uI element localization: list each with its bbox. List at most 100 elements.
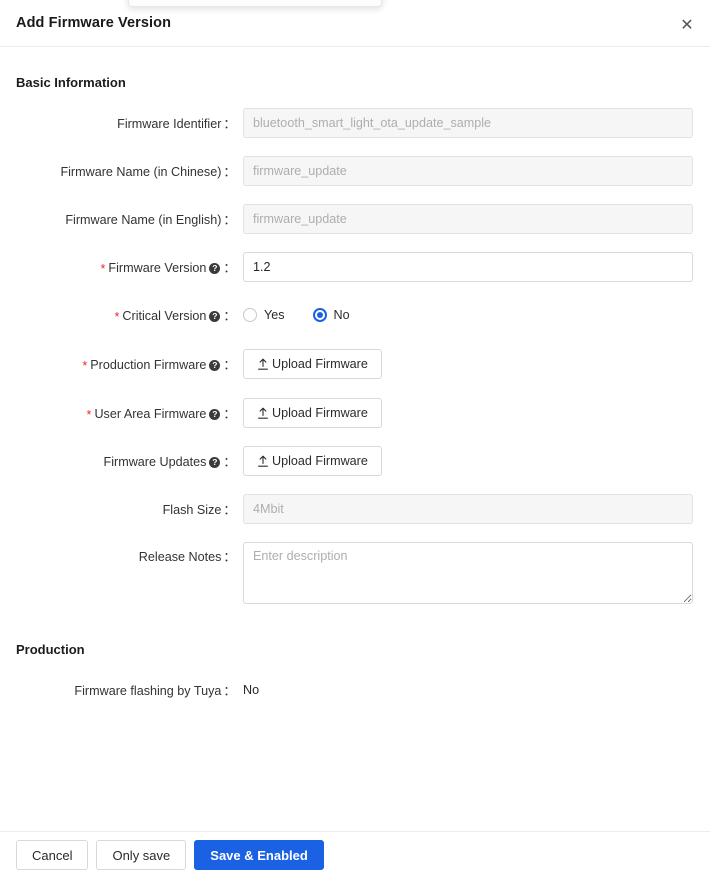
firmware-name-chinese-input [243,156,693,186]
form-row-production-firmware: * Production Firmware?： Upload Firmware [0,349,710,381]
field-firmware-name-english [243,204,693,234]
label-colon: ： [223,358,236,372]
field-production-firmware: Upload Firmware [243,349,382,379]
dialog-title: Add Firmware Version [16,15,172,31]
cancel-button[interactable]: Cancel [16,840,89,870]
footer-button-group: Cancel Only save Save & Enabled [16,840,324,870]
required-asterisk: * [114,310,120,324]
field-critical-version: Yes No [243,300,378,330]
flash-size-input [243,494,693,524]
dialog-header: Add Firmware Version ✕ [0,4,710,47]
close-icon[interactable]: ✕ [674,12,700,38]
upload-button-label: Upload Firmware [272,454,368,468]
add-firmware-version-dialog: Add Firmware Version ✕ Basic Information… [0,4,710,878]
help-icon[interactable]: ? [209,311,221,322]
field-firmware-identifier [243,108,693,138]
label-production-firmware: * Production Firmware?： [0,349,236,381]
upload-user-area-firmware-button[interactable]: Upload Firmware [243,398,382,428]
form-row-firmware-name-chinese: Firmware Name (in Chinese)： [0,156,710,188]
label-text: Firmware Name (in English) [65,213,222,227]
label-text: Firmware Name (in Chinese) [60,165,222,179]
firmware-identifier-input [243,108,693,138]
radio-label: Yes [264,308,285,322]
label-text: Firmware flashing by Tuya [74,684,222,698]
firmware-flashing-by-tuya-value: No [243,683,260,697]
form-row-firmware-identifier: Firmware Identifier： [0,108,710,140]
label-firmware-flashing-by-tuya: Firmware flashing by Tuya： [0,675,236,707]
label-colon: ： [223,550,236,564]
release-notes-textarea[interactable] [243,542,693,604]
label-colon: ： [223,309,236,323]
label-text: Release Notes [138,550,222,564]
screen: Add Firmware Version ✕ Basic Information… [0,0,710,878]
section-title-basic-information: Basic Information [16,75,126,90]
field-firmware-flashing-by-tuya: No [243,675,259,705]
form-row-critical-version: * Critical Version?： Yes No [0,300,710,332]
help-icon[interactable]: ? [209,263,221,274]
help-icon[interactable]: ? [209,360,221,371]
label-firmware-identifier: Firmware Identifier： [0,108,236,140]
save-and-enabled-button[interactable]: Save & Enabled [194,840,324,870]
dialog-footer: Cancel Only save Save & Enabled [0,831,710,878]
label-release-notes: Release Notes： [0,542,236,572]
critical-version-radio-group: Yes No [243,300,378,330]
radio-critical-version-no[interactable]: No [312,308,350,322]
label-firmware-name-chinese: Firmware Name (in Chinese)： [0,156,236,188]
dialog-body: Basic Information Firmware Identifier： F… [0,47,710,831]
label-colon: ： [223,455,236,469]
label-colon: ： [223,261,236,275]
label-flash-size: Flash Size： [0,494,236,526]
help-icon[interactable]: ? [209,409,221,420]
radio-mark [243,308,257,322]
label-text: Production Firmware [90,358,207,372]
label-critical-version: * Critical Version?： [0,300,237,332]
required-asterisk: * [82,359,88,373]
radio-critical-version-yes[interactable]: Yes [243,308,285,322]
form-row-firmware-updates: Firmware Updates?： Upload Firmware [0,446,710,478]
upload-production-firmware-button[interactable]: Upload Firmware [243,349,382,379]
label-colon: ： [223,213,236,227]
label-user-area-firmware: * User Area Firmware?： [0,398,236,430]
upload-icon [257,407,269,420]
label-firmware-version: * Firmware Version?： [0,252,236,284]
label-text: Firmware Version [108,261,207,275]
form-row-flash-size: Flash Size： [0,494,710,526]
label-colon: ： [223,684,236,698]
label-text: User Area Firmware [94,407,207,421]
label-firmware-updates: Firmware Updates?： [0,446,236,478]
field-user-area-firmware: Upload Firmware [243,398,382,428]
form-row-firmware-name-english: Firmware Name (in English)： [0,204,710,236]
form-row-firmware-version: * Firmware Version?： [0,252,710,284]
field-firmware-version [243,252,693,282]
label-text: Firmware Identifier [117,117,222,131]
form-row-firmware-flashing-by-tuya: Firmware flashing by Tuya： No [0,675,710,707]
upload-firmware-updates-button[interactable]: Upload Firmware [243,446,382,476]
background-panel-edge [128,0,382,7]
firmware-name-english-input [243,204,693,234]
required-asterisk: * [100,262,106,276]
upload-icon [257,455,269,468]
label-text: Flash Size [162,503,222,517]
label-colon: ： [223,407,236,421]
help-icon[interactable]: ? [209,457,221,468]
radio-label: No [333,308,350,322]
field-firmware-name-chinese [243,156,693,186]
field-release-notes [243,542,693,604]
section-title-production: Production [16,642,85,657]
label-colon: ： [223,165,236,179]
firmware-version-input[interactable] [243,252,693,282]
form-row-user-area-firmware: * User Area Firmware?： Upload Firmware [0,398,710,430]
label-colon: ： [223,117,236,131]
label-text: Firmware Updates [103,455,207,469]
label-firmware-name-english: Firmware Name (in English)： [0,204,236,236]
upload-button-label: Upload Firmware [272,406,368,420]
upload-button-label: Upload Firmware [272,357,368,371]
field-flash-size [243,494,693,524]
upload-icon [257,358,269,371]
radio-mark [312,308,327,322]
required-asterisk: * [86,408,92,422]
form-row-release-notes: Release Notes： [0,542,710,606]
label-text: Critical Version [122,309,207,323]
label-colon: ： [223,503,236,517]
only-save-button[interactable]: Only save [96,840,187,870]
